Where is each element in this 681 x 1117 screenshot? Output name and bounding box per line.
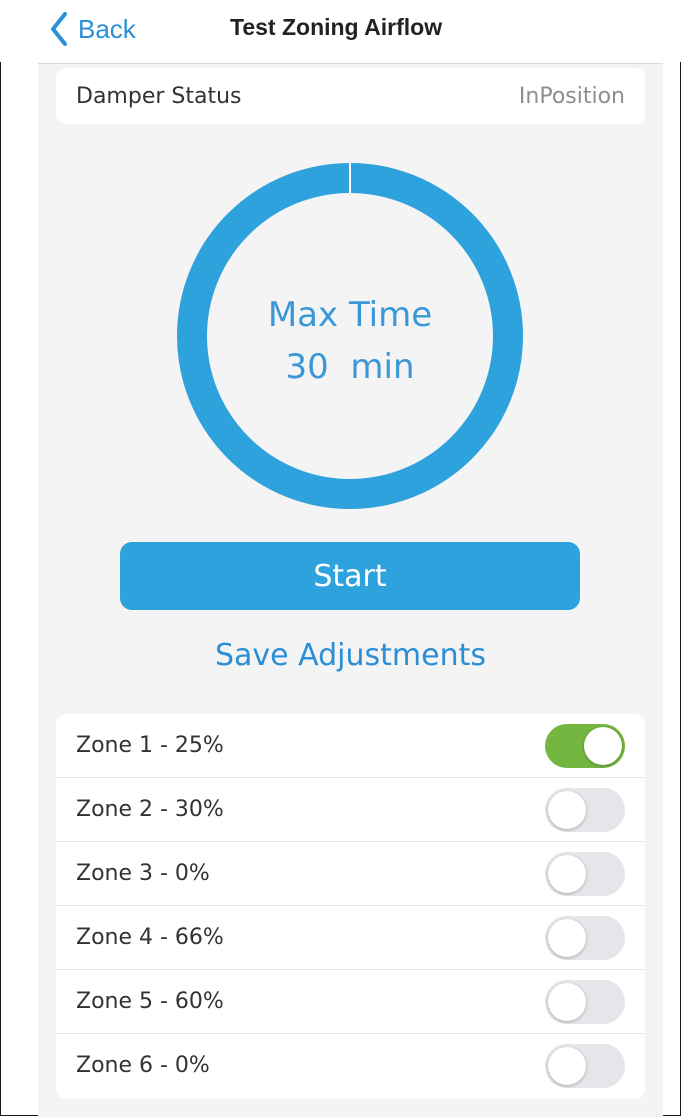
damper-status-value: InPosition <box>518 84 625 109</box>
zone-row: Zone 2 - 30% <box>56 778 645 842</box>
damper-status-label: Damper Status <box>76 84 242 109</box>
damper-status-row: Damper Status InPosition <box>56 68 645 124</box>
back-button[interactable]: Back <box>48 10 136 48</box>
timer-value: 30 min <box>285 347 415 387</box>
toggle-knob <box>548 919 586 957</box>
zone-label: Zone 3 - 0% <box>76 861 210 886</box>
chevron-left-icon <box>51 12 67 46</box>
toggle-knob <box>548 983 586 1021</box>
zone-toggle[interactable] <box>545 1044 625 1088</box>
zone-row: Zone 6 - 0% <box>56 1034 645 1098</box>
timer-title: Max Time <box>267 295 433 335</box>
zone-row: Zone 5 - 60% <box>56 970 645 1034</box>
zone-toggle[interactable] <box>545 724 625 768</box>
zone-row: Zone 1 - 25% <box>56 714 645 778</box>
zone-toggle[interactable] <box>545 852 625 896</box>
zone-label: Zone 2 - 30% <box>76 797 224 822</box>
page-title: Test Zoning Airflow <box>230 14 443 40</box>
toggle-knob <box>548 1047 586 1085</box>
zone-label: Zone 5 - 60% <box>76 989 224 1014</box>
zone-toggle[interactable] <box>545 916 625 960</box>
main-content: Damper Status InPosition Max Time 30 min… <box>38 63 663 1117</box>
zone-row: Zone 4 - 66% <box>56 906 645 970</box>
zone-label: Zone 4 - 66% <box>76 925 224 950</box>
zone-toggle[interactable] <box>545 788 625 832</box>
nav-bar: Back Test Zoning Airflow <box>0 0 681 62</box>
save-adjustments-link[interactable]: Save Adjustments <box>38 638 663 673</box>
start-button[interactable]: Start <box>120 542 580 610</box>
timer-display: Max Time 30 min <box>177 289 523 393</box>
toggle-knob <box>584 727 622 765</box>
toggle-knob <box>548 855 586 893</box>
zone-list: Zone 1 - 25% Zone 2 - 30% Zone 3 - 0% Zone … <box>56 714 645 1099</box>
zone-row: Zone 3 - 0% <box>56 842 645 906</box>
zone-label: Zone 1 - 25% <box>76 733 224 758</box>
toggle-knob <box>548 791 586 829</box>
zone-label: Zone 6 - 0% <box>76 1053 210 1078</box>
back-label: Back <box>78 13 136 44</box>
zone-toggle[interactable] <box>545 980 625 1024</box>
